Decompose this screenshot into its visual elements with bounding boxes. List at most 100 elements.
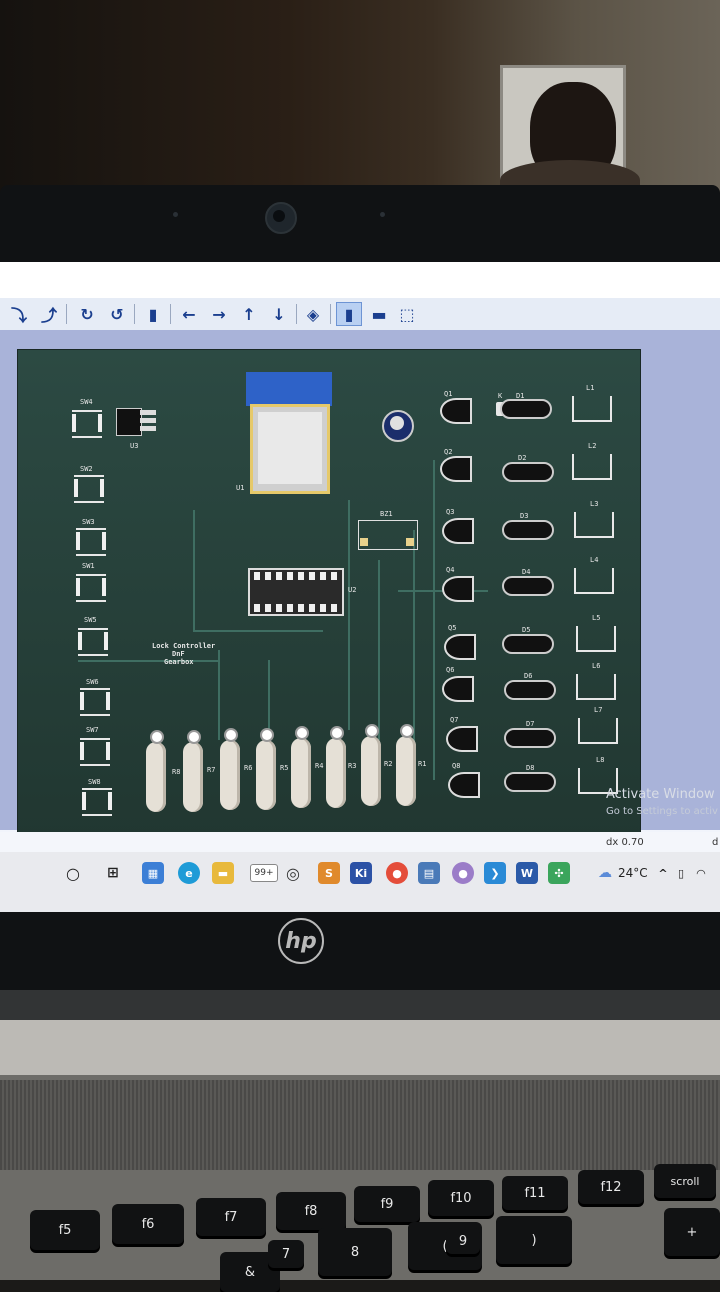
battery-icon[interactable]: ▯ bbox=[670, 862, 692, 884]
chrome-like-icon[interactable]: ◎ bbox=[282, 862, 304, 884]
tact-switch bbox=[82, 788, 112, 816]
buzzer-pad bbox=[406, 538, 414, 546]
move-up-icon[interactable]: ↑ bbox=[236, 302, 262, 326]
notification-badge[interactable]: 99+ bbox=[250, 864, 278, 882]
switch-ref: SW7 bbox=[86, 726, 99, 734]
regulator-pin bbox=[140, 418, 156, 423]
led-footprint bbox=[576, 674, 616, 700]
diode bbox=[504, 772, 556, 792]
render-flat-icon[interactable]: ▬ bbox=[366, 302, 392, 326]
trace bbox=[348, 500, 352, 730]
rotate-y-ccw-icon[interactable]: ↺ bbox=[104, 302, 130, 326]
led-footprint bbox=[574, 512, 614, 538]
key-nine[interactable]: 9 bbox=[446, 1228, 480, 1254]
vscode-icon[interactable]: ❯ bbox=[484, 862, 506, 884]
tact-switch bbox=[80, 738, 110, 766]
tact-switch bbox=[72, 410, 102, 438]
buzzer-pad bbox=[360, 538, 368, 546]
deck-lip bbox=[0, 1020, 720, 1075]
key-f8[interactable]: f8 bbox=[276, 1192, 346, 1230]
hp-logo: hp bbox=[278, 918, 324, 964]
resistor-ref: R3 bbox=[348, 762, 357, 770]
move-left-icon[interactable]: ← bbox=[176, 302, 202, 326]
word-icon[interactable]: W bbox=[516, 862, 538, 884]
toolbar-separator bbox=[170, 304, 171, 324]
chrome-icon[interactable]: ● bbox=[386, 862, 408, 884]
resistor-pad bbox=[260, 728, 274, 742]
resistor bbox=[256, 740, 276, 810]
key-plus[interactable]: + bbox=[664, 1208, 720, 1256]
tact-switch bbox=[76, 528, 106, 556]
regulator-pin bbox=[140, 426, 156, 431]
resistor-ref: R6 bbox=[244, 764, 253, 772]
sublime-icon[interactable]: S bbox=[318, 862, 340, 884]
laptop-screen: ⤵ ⤴ ↻ ↺ ▮ ← → ↑ ↓ ◈ ▮ ▬ ⬚ SW4 SW2 SW3 SW… bbox=[0, 262, 720, 912]
led-footprint bbox=[572, 454, 612, 480]
key-close-paren[interactable]: ) bbox=[496, 1216, 572, 1264]
key-seven[interactable]: 7 bbox=[268, 1240, 304, 1268]
key-scroll[interactable]: scroll bbox=[654, 1164, 716, 1198]
render-solid-icon[interactable]: ▮ bbox=[336, 302, 362, 326]
key-eight[interactable]: 8 bbox=[318, 1228, 392, 1276]
resistor-ref: R5 bbox=[280, 764, 289, 772]
widgets-icon[interactable]: ▦ bbox=[142, 862, 164, 884]
switch-ref: SW6 bbox=[86, 678, 99, 686]
rotate-x-ccw-icon[interactable]: ⤴ bbox=[36, 302, 62, 326]
weather-temp[interactable]: 24°C bbox=[618, 866, 648, 880]
move-down-icon[interactable]: ↓ bbox=[266, 302, 292, 326]
move-right-icon[interactable]: → bbox=[206, 302, 232, 326]
diode-ref: D5 bbox=[522, 626, 531, 634]
resistor bbox=[183, 742, 203, 812]
windows-taskbar: ○ ⊞ ▦ e ▬ 99+ ◎ S Ki ● ▤ ● ❯ W ✣ ☁ 24°C … bbox=[0, 852, 720, 912]
resistor-ref: R7 bbox=[207, 766, 216, 774]
diode bbox=[500, 399, 552, 419]
bezel-dot bbox=[173, 212, 178, 217]
speaker-grille bbox=[0, 1080, 720, 1170]
diode bbox=[502, 520, 554, 540]
app-icon[interactable]: ▤ bbox=[418, 862, 440, 884]
transistor bbox=[442, 576, 474, 602]
file-explorer-icon[interactable]: ▬ bbox=[212, 862, 234, 884]
trace bbox=[433, 460, 437, 780]
mcu-ref: U1 bbox=[236, 484, 245, 492]
edge-icon[interactable]: e bbox=[178, 862, 200, 884]
rotate-x-cw-icon[interactable]: ⤵ bbox=[6, 302, 32, 326]
board-title-line1: Lock Controller bbox=[152, 642, 216, 650]
key-f10[interactable]: f10 bbox=[428, 1180, 494, 1216]
rotate-y-cw-icon[interactable]: ↻ bbox=[74, 302, 100, 326]
activation-watermark: Activate Window bbox=[606, 787, 715, 802]
key-f7[interactable]: f7 bbox=[196, 1198, 266, 1236]
resistor-pad bbox=[330, 726, 344, 740]
switch-ref: SW4 bbox=[80, 398, 93, 406]
search-icon[interactable]: ○ bbox=[62, 862, 84, 884]
task-view-icon[interactable]: ⊞ bbox=[102, 862, 124, 884]
kicad-icon[interactable]: Ki bbox=[350, 862, 372, 884]
diode bbox=[502, 634, 554, 654]
resistor bbox=[291, 738, 311, 808]
transistor bbox=[440, 456, 472, 482]
switch-ref: SW5 bbox=[84, 616, 97, 624]
switch-ref: SW8 bbox=[88, 778, 101, 786]
pcb-board: SW4 SW2 SW3 SW1 SW5 SW6 SW7 SW8 U3 U1 U2 bbox=[18, 350, 640, 838]
wifi-icon[interactable]: ◠ bbox=[690, 862, 712, 884]
flip-board-icon[interactable]: ▮ bbox=[140, 302, 166, 326]
transistor-ref: Q2 bbox=[444, 448, 453, 456]
bezel-dot bbox=[380, 212, 385, 217]
key-f9[interactable]: f9 bbox=[354, 1186, 420, 1222]
key-f6[interactable]: f6 bbox=[112, 1204, 184, 1244]
app-icon-2[interactable]: ● bbox=[452, 862, 474, 884]
resistor bbox=[361, 736, 381, 806]
diode-cathode-mark: K bbox=[498, 392, 503, 400]
resistor-pad bbox=[365, 724, 379, 738]
tact-switch bbox=[76, 574, 106, 602]
led-ref: L8 bbox=[596, 756, 605, 764]
pcb-editor-icon[interactable]: ✣ bbox=[548, 862, 570, 884]
key-f11[interactable]: f11 bbox=[502, 1176, 568, 1210]
toolbar-separator bbox=[66, 304, 67, 324]
diode-ref: D4 bbox=[522, 568, 531, 576]
cube-view-icon[interactable]: ◈ bbox=[300, 302, 326, 326]
key-f5[interactable]: f5 bbox=[30, 1210, 100, 1250]
led-footprint bbox=[578, 718, 618, 744]
render-outline-icon[interactable]: ⬚ bbox=[394, 302, 420, 326]
key-f12[interactable]: f12 bbox=[578, 1170, 644, 1204]
